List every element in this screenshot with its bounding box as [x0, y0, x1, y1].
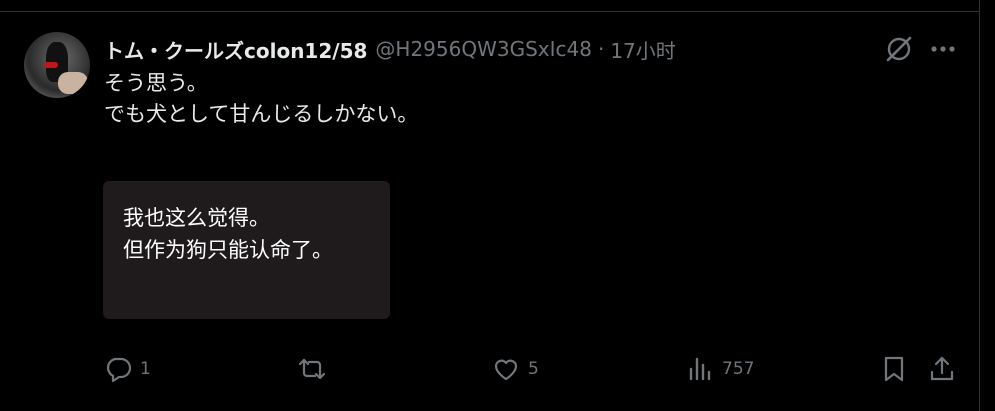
share-button[interactable]	[928, 352, 956, 386]
avatar-collar	[44, 62, 58, 68]
translation-line: 但作为狗只能认命了。	[123, 238, 333, 262]
reply-count: 1	[140, 359, 151, 379]
translation-line: 我也这么觉得。	[123, 206, 270, 230]
avatar[interactable]	[24, 32, 90, 98]
reply-icon	[106, 357, 132, 383]
like-button[interactable]: 5	[492, 352, 539, 386]
share-icon	[930, 356, 954, 381]
tweet-time[interactable]: 17小时	[610, 35, 675, 64]
grok-icon[interactable]	[884, 34, 914, 64]
views-button[interactable]: 757	[686, 352, 754, 386]
user-handle[interactable]: @H2956QW3GSxIc48	[375, 37, 592, 61]
reply-button[interactable]: 1	[104, 352, 151, 386]
views-count: 757	[722, 359, 755, 379]
tweet-text-line: でも犬として甘んじるしかない。	[104, 102, 419, 126]
retweet-button[interactable]	[298, 352, 334, 386]
translation-box: 我也这么觉得。 但作为狗只能认命了。	[103, 181, 390, 319]
top-divider	[0, 11, 980, 12]
avatar-hand	[58, 72, 88, 94]
more-options-icon[interactable]	[926, 34, 960, 64]
display-name[interactable]: トム・クールズcolon12/58	[104, 35, 367, 64]
retweet-icon	[298, 358, 326, 380]
heart-icon	[494, 359, 518, 381]
analytics-icon	[689, 357, 711, 381]
like-count: 5	[528, 359, 539, 379]
header-separator: ·	[597, 37, 605, 61]
right-divider	[979, 0, 980, 411]
tweet-header: トム・クールズcolon12/58 @H2956QW3GSxIc48 · 17小…	[104, 34, 676, 64]
bookmark-icon	[884, 356, 904, 382]
bookmark-button[interactable]	[880, 352, 908, 386]
tweet-text-line: そう思う。	[104, 71, 208, 95]
tweet-text: そう思う。 でも犬として甘んじるしかない。	[104, 68, 418, 130]
